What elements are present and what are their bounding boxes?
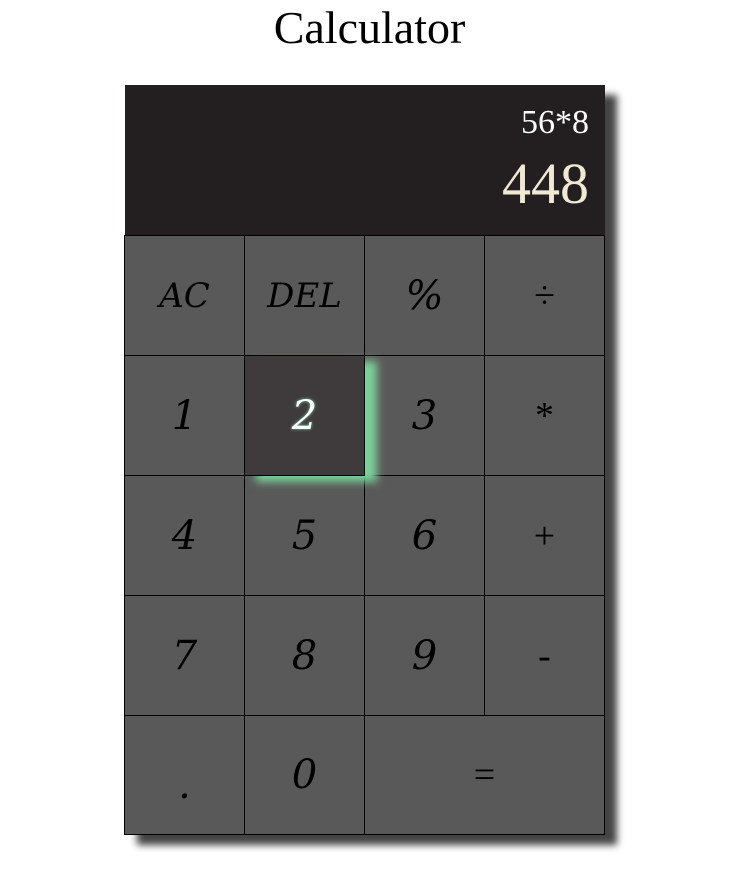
minus-button[interactable]: - <box>484 595 605 716</box>
calculator-display: 56*8 448 <box>125 85 605 236</box>
delete-button[interactable]: DEL <box>244 235 365 356</box>
digit-0-button[interactable]: 0 <box>244 715 365 835</box>
digit-9-button[interactable]: 9 <box>364 595 485 716</box>
plus-button[interactable]: + <box>484 475 605 596</box>
digit-5-button[interactable]: 5 <box>244 475 365 596</box>
digit-4-button[interactable]: 4 <box>124 475 245 596</box>
multiply-button[interactable]: * <box>484 355 605 476</box>
digit-2-button[interactable]: 2 <box>244 355 365 476</box>
page: Calculator 56*8 448 AC DEL % ÷ 1 2 3 * 4… <box>0 0 739 874</box>
digit-7-button[interactable]: 7 <box>124 595 245 716</box>
divide-button[interactable]: ÷ <box>484 235 605 356</box>
digit-8-button[interactable]: 8 <box>244 595 365 716</box>
equals-button[interactable]: = <box>364 715 605 835</box>
current-operand: 448 <box>502 151 589 216</box>
percent-button[interactable]: % <box>364 235 485 356</box>
page-title: Calculator <box>273 2 466 53</box>
digit-6-button[interactable]: 6 <box>364 475 485 596</box>
digit-1-button[interactable]: 1 <box>124 355 245 476</box>
all-clear-button[interactable]: AC <box>124 235 245 356</box>
previous-operand: 56*8 <box>521 104 589 141</box>
calculator: 56*8 448 AC DEL % ÷ 1 2 3 * 4 5 6 + 7 8 … <box>124 85 605 835</box>
keypad: AC DEL % ÷ 1 2 3 * 4 5 6 + 7 8 9 - . 0 = <box>124 235 605 835</box>
digit-3-button[interactable]: 3 <box>364 355 485 476</box>
decimal-button[interactable]: . <box>124 715 245 835</box>
